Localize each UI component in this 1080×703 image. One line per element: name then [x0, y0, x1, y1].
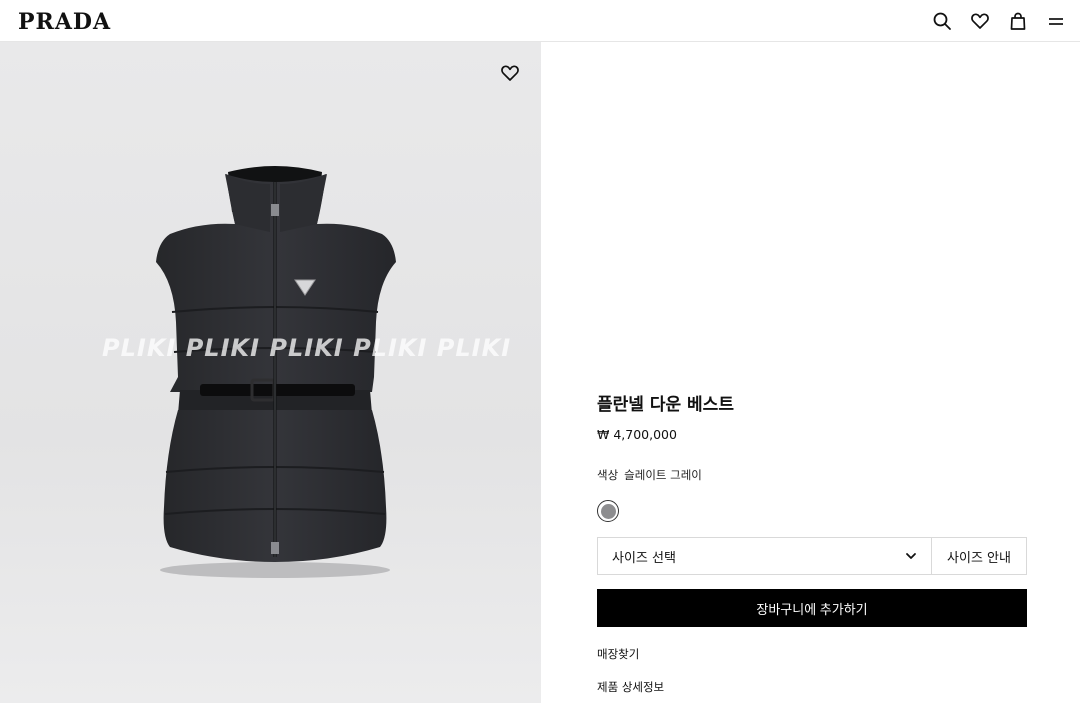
- header-icons: [932, 11, 1066, 31]
- brand-logo[interactable]: PRADA: [18, 9, 111, 35]
- color-label: 색상: [597, 468, 619, 482]
- image-watermark: PLIKI PLIKI PLIKI PLIKI PLIKI: [102, 334, 512, 362]
- size-row: 사이즈 선택 사이즈 안내: [597, 537, 1027, 575]
- site-header: PRADA: [0, 0, 1080, 42]
- add-to-cart-button[interactable]: 장바구니에 추가하기: [597, 589, 1027, 627]
- heart-icon[interactable]: [500, 63, 520, 83]
- size-select-label: 사이즈 선택: [612, 550, 676, 566]
- color-value: 슬레이트 그레이: [624, 468, 702, 482]
- product-price: ₩ 4,700,000: [597, 427, 677, 442]
- product-title: 플란넬 다운 베스트: [597, 395, 734, 415]
- product-details-link[interactable]: 제품 상세정보: [597, 679, 664, 695]
- product-info: 플란넬 다운 베스트 ₩ 4,700,000 색상 슬레이트 그레이 사이즈 선택…: [597, 390, 1027, 694]
- color-swatch-dot: [600, 503, 616, 519]
- size-guide-button[interactable]: 사이즈 안내: [932, 537, 1027, 575]
- bag-icon[interactable]: [1008, 11, 1028, 31]
- heart-icon[interactable]: [970, 11, 990, 31]
- color-swatch-slate-grey[interactable]: [597, 500, 619, 522]
- product-image-vest: [156, 166, 396, 578]
- product-image-panel: PLIKI PLIKI PLIKI PLIKI PLIKI: [0, 42, 541, 703]
- chevron-down-icon: [906, 553, 916, 559]
- search-icon[interactable]: [932, 11, 952, 31]
- store-finder-link[interactable]: 매장찾기: [597, 646, 639, 662]
- color-row: 색상 슬레이트 그레이: [597, 467, 1027, 483]
- menu-icon[interactable]: [1046, 11, 1066, 31]
- size-select-dropdown[interactable]: 사이즈 선택: [597, 537, 932, 575]
